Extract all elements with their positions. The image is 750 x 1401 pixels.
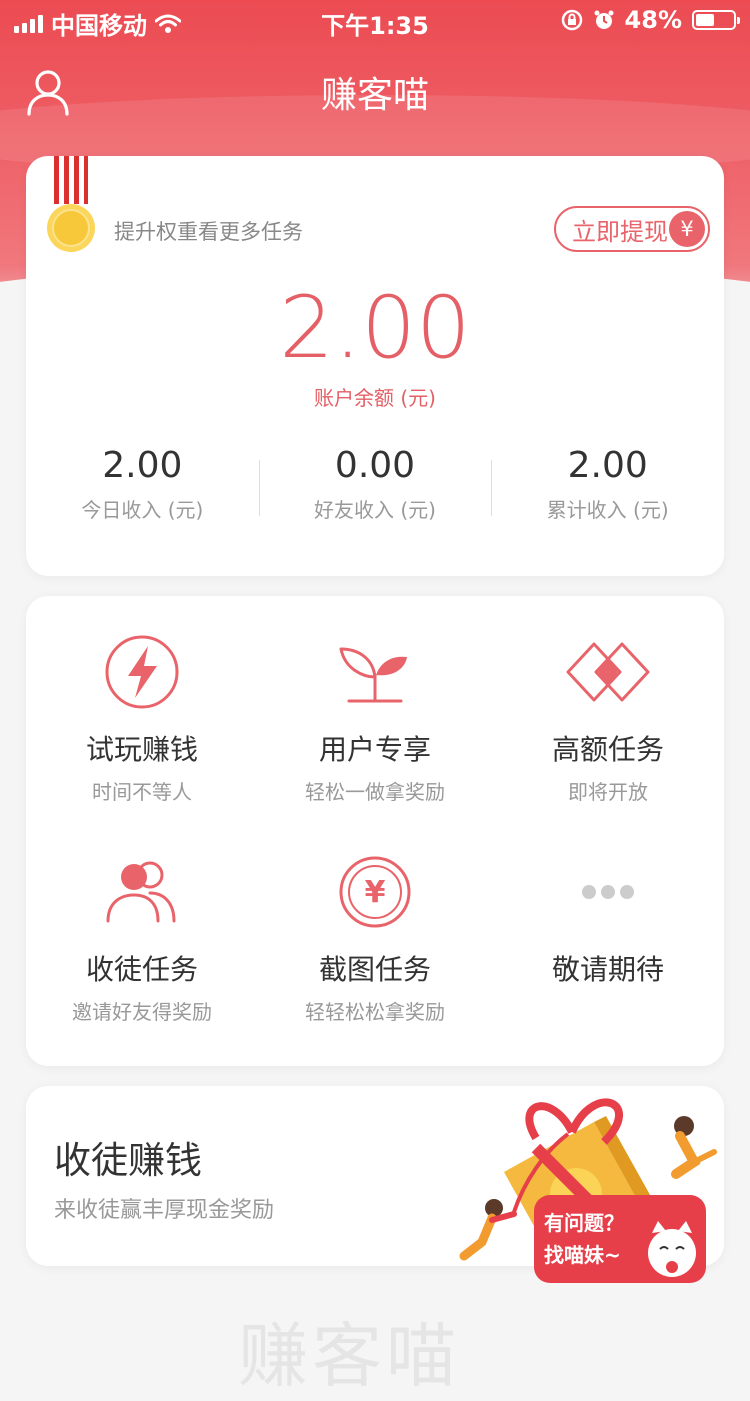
stat-today: 2.00 今日收入 (元)	[26, 444, 259, 523]
sprout-icon	[339, 647, 407, 703]
task-title: 高额任务	[551, 733, 664, 766]
task-title: 收徒任务	[85, 953, 198, 986]
stat-total: 2.00 累计收入 (元)	[491, 444, 724, 523]
alarm-icon	[594, 10, 614, 29]
account-card: 提升权重看更多任务 立即提现 ¥ 2.00 账户余额 (元) 2.00 今日收入…	[26, 156, 724, 576]
invite-subtitle: 来收徒赢丰厚现金奖励	[54, 1198, 275, 1223]
task-subtitle: 邀请好友得奖励	[72, 1000, 212, 1024]
task-user-exclusive[interactable]: 用户专享 轻松一做拿奖励	[259, 632, 491, 805]
balance-label: 账户余额 (元)	[314, 386, 436, 410]
upgrade-hint[interactable]: 提升权重看更多任务	[114, 216, 303, 246]
task-subtitle: 即将开放	[568, 780, 648, 804]
task-subtitle: 轻松一做拿奖励	[305, 780, 445, 804]
status-bar: 中国移动 下午1:35 48%	[0, 0, 750, 40]
withdraw-button[interactable]: 立即提现 ¥	[554, 206, 710, 252]
yen-icon: ¥	[669, 211, 705, 247]
stat-label: 今日收入 (元)	[81, 498, 204, 522]
stat-value: 2.00	[567, 445, 648, 486]
stat-label: 累计收入 (元)	[546, 498, 669, 522]
task-subtitle: 时间不等人	[92, 780, 192, 804]
more-dots-icon	[582, 885, 634, 899]
task-title: 敬请期待	[551, 953, 664, 986]
income-stats: 2.00 今日收入 (元) 0.00 好友收入 (元) 2.00 累计收入 (元…	[26, 444, 724, 523]
battery-icon	[692, 10, 740, 30]
task-screenshot[interactable]: ¥ 截图任务 轻轻松松拿奖励	[259, 852, 491, 1025]
footer-brand-text: 赚客喵	[238, 1315, 460, 1397]
task-coming-soon[interactable]: 敬请期待	[492, 852, 724, 996]
status-right: 48%	[561, 6, 740, 34]
battery-percent: 48%	[624, 6, 682, 34]
yen-coin-icon: ¥	[339, 856, 411, 928]
task-title: 用户专享	[318, 733, 431, 766]
task-title: 截图任务	[318, 953, 431, 986]
withdraw-label: 立即提现	[572, 217, 668, 246]
rotation-lock-icon	[561, 9, 582, 31]
svg-text:¥: ¥	[365, 875, 386, 910]
stat-value: 2.00	[102, 445, 183, 486]
stat-label: 好友收入 (元)	[314, 498, 436, 522]
stat-friends: 0.00 好友收入 (元)	[258, 444, 492, 523]
task-grid-card: 试玩赚钱 时间不等人 用户专享 轻松一做拿奖励 高额任务 即将开放 收徒任务 邀…	[26, 596, 724, 1066]
task-trial-play[interactable]: 试玩赚钱 时间不等人	[26, 632, 258, 805]
task-subtitle: 轻轻松松拿奖励	[305, 1000, 445, 1024]
users-icon	[106, 861, 176, 923]
task-recruit[interactable]: 收徒任务 邀请好友得奖励	[26, 852, 258, 1025]
invite-title: 收徒赚钱	[54, 1139, 202, 1182]
page-title: 赚客喵	[320, 75, 429, 116]
lightning-icon	[105, 635, 179, 709]
balance-value: 2.00	[279, 278, 471, 378]
task-title: 试玩赚钱	[85, 733, 198, 766]
stat-value: 0.00	[334, 445, 416, 486]
diamond-icon	[566, 642, 650, 702]
task-high-value[interactable]: 高额任务 即将开放	[492, 632, 724, 805]
lucky-cat-icon	[648, 1221, 696, 1277]
help-chat-button[interactable]: 有问题？ 找喵妹~	[534, 1195, 706, 1283]
medal-icon[interactable]	[46, 156, 102, 260]
